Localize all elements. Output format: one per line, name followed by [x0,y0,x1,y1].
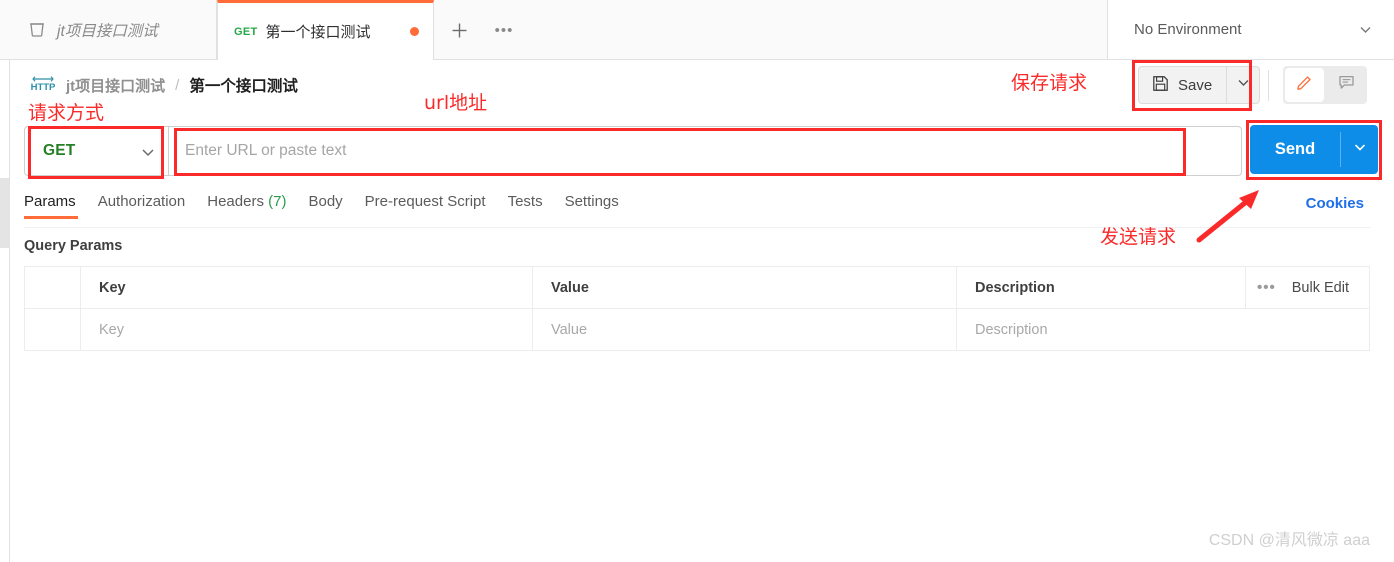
ellipsis-icon: ••• [494,21,514,39]
tab-body-label: Body [308,193,343,210]
tab-authorization-label: Authorization [97,193,186,210]
row-description-input[interactable]: Description [957,309,1370,351]
tab-pre-request-script[interactable]: Pre-request Script [365,193,508,222]
header-select-all-cell [24,266,81,309]
table-options-icon[interactable]: ••• [1257,279,1276,296]
cookies-link[interactable]: Cookies [1306,195,1364,212]
tab-headers[interactable]: Headers (7) [207,193,308,222]
pencil-icon [1296,74,1313,96]
chevron-down-icon [1237,76,1250,94]
new-tab-button[interactable] [444,16,474,44]
tab-pre-request-script-label: Pre-request Script [364,193,486,210]
tab-params-label: Params [24,193,76,210]
floppy-disk-icon [1152,75,1169,96]
breadcrumb: HTTP jt项目接口测试 / 第一个接口测试 [30,74,298,96]
bulk-edit-button[interactable]: Bulk Edit [1292,280,1349,296]
annotation-save-request: 保存请求 [1011,72,1088,94]
http-method-selector[interactable]: GET [24,126,168,176]
tab-options-button[interactable]: ••• [490,17,518,43]
row-value-input[interactable]: Value [532,308,957,351]
header-key: Key [80,266,533,309]
left-rail-body [0,60,9,562]
tab-body[interactable]: Body [308,193,364,222]
row-key-input[interactable]: Key [80,308,533,351]
tab-params[interactable]: Params [24,193,98,222]
annotation-send-request: 发送请求 [1100,226,1177,248]
tab-authorization[interactable]: Authorization [98,193,208,222]
environment-label: No Environment [1134,21,1242,38]
tab-headers-label: Headers [207,193,264,210]
left-rail [0,0,10,562]
send-button-group: Send [1250,125,1378,174]
table-header-row: Key Value Description ••• Bulk Edit [24,266,1370,309]
tab-request-label: 第一个接口测试 [265,24,371,41]
http-protocol-icon: HTTP [30,75,56,95]
tab-method-label: GET [234,26,258,38]
edit-request-button[interactable] [1285,68,1324,102]
save-button-group: Save [1138,66,1261,104]
annotation-url-address: url地址 [424,92,488,114]
header-bulk-actions: ••• Bulk Edit [1245,266,1370,309]
toolbar-divider [1268,70,1269,101]
breadcrumb-separator: / [175,76,180,94]
collection-icon [28,21,46,39]
comments-button[interactable] [1326,66,1367,104]
tab-tests-label: Tests [507,193,543,210]
environment-selector[interactable]: No Environment [1108,0,1394,59]
header-description: Description [956,266,1246,309]
chevron-down-icon [1353,140,1367,159]
tab-headers-count: (7) [268,193,287,210]
postman-window: jt项目接口测试 GET 第一个接口测试 ••• No Environment [0,0,1394,562]
url-input[interactable]: Enter URL or paste text [185,142,346,160]
table-row: Key Value Description [24,308,1370,351]
http-method-label: GET [43,142,76,159]
annotation-arrow-to-send [1196,190,1259,243]
save-options-button[interactable] [1226,66,1261,104]
query-params-table: Key Value Description ••• Bulk Edit Key … [24,266,1370,351]
row-checkbox-cell[interactable] [24,308,81,351]
tab-tests[interactable]: Tests [508,193,565,222]
breadcrumb-current[interactable]: 第一个接口测试 [189,74,298,96]
tab-settings[interactable]: Settings [565,193,641,222]
save-button[interactable]: Save [1138,66,1227,104]
chevron-down-icon [1359,23,1372,36]
svg-text:HTTP: HTTP [31,82,56,93]
send-button[interactable]: Send [1250,125,1340,174]
view-toggle-group [1283,66,1367,104]
tab-collection[interactable]: jt项目接口测试 [10,0,217,59]
url-input-container[interactable]: Enter URL or paste text [168,126,1242,176]
comment-icon [1338,74,1355,96]
request-tabs: Params Authorization Headers (7) Body Pr… [24,193,641,222]
watermark: CSDN @清风微凉 aaa [1208,532,1370,549]
save-button-label: Save [1178,76,1213,94]
query-params-title: Query Params [24,238,123,254]
sidebar-resize-handle[interactable] [0,178,9,248]
unsaved-changes-dot[interactable] [410,27,419,36]
tab-request-active[interactable]: GET 第一个接口测试 [217,0,434,60]
plus-icon [452,23,466,37]
chevron-down-icon [141,145,154,158]
breadcrumb-parent[interactable]: jt项目接口测试 [66,75,165,96]
tab-bar: jt项目接口测试 GET 第一个接口测试 ••• No Environment [0,0,1394,60]
annotation-request-method: 请求方式 [28,102,105,124]
header-value: Value [532,266,957,309]
send-options-button[interactable] [1341,125,1378,174]
tab-settings-label: Settings [564,193,619,210]
collection-tab-label: jt项目接口测试 [57,22,158,40]
